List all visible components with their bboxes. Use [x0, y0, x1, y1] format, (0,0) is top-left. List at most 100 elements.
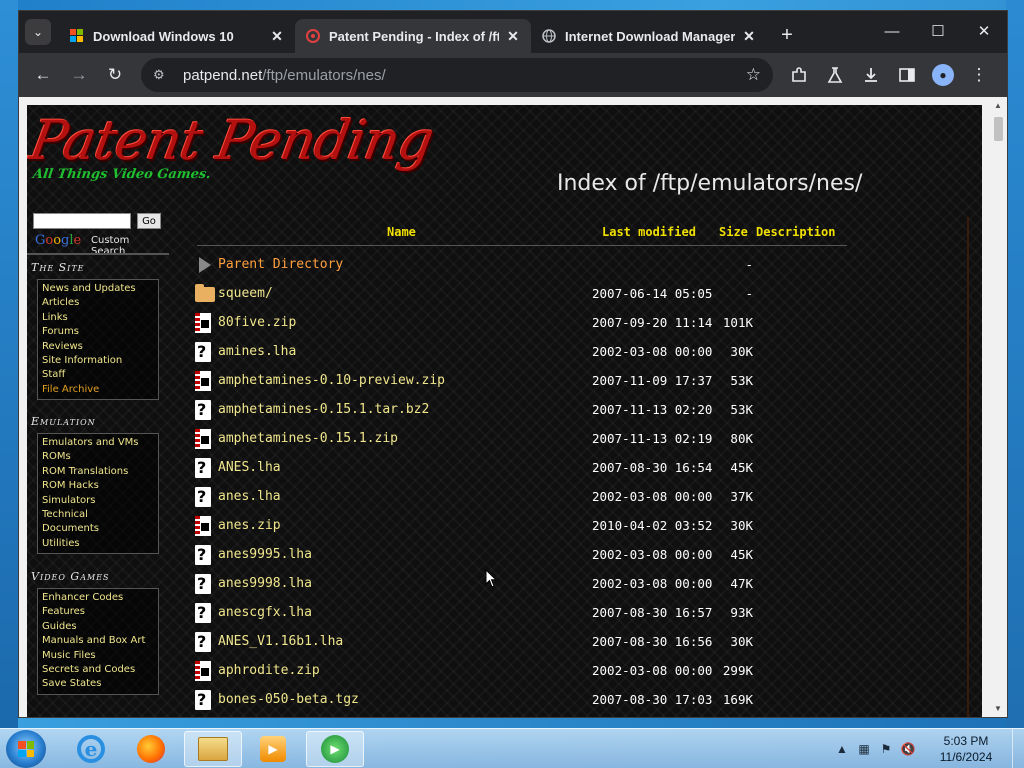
- sidebar-link[interactable]: Staff: [42, 368, 158, 382]
- tab-internet-download-manager[interactable]: Internet Download Manager is ✕: [531, 19, 767, 53]
- close-tab-icon[interactable]: ✕: [741, 28, 757, 45]
- file-link[interactable]: anes.zip: [218, 518, 281, 533]
- close-tab-icon[interactable]: ✕: [505, 28, 521, 45]
- sidebar-link[interactable]: Forums: [42, 325, 158, 339]
- file-explorer-button[interactable]: [184, 731, 242, 767]
- system-tray: ▲ ▦ ⚑ 🔇 5:03 PM 11/6/2024: [832, 729, 1024, 768]
- menu-icon[interactable]: ⋮: [963, 59, 995, 91]
- go-button[interactable]: Go: [137, 213, 161, 229]
- sidebar-link[interactable]: Save States: [42, 677, 158, 691]
- file-link[interactable]: 80five.zip: [218, 315, 296, 330]
- sidebar-link[interactable]: File Archive: [42, 383, 158, 397]
- tab-download-windows[interactable]: Download Windows 10 ✕: [59, 19, 295, 53]
- chevron-down-icon: ⌄: [32, 25, 44, 39]
- file-link[interactable]: ANES.lha: [218, 460, 281, 475]
- start-button[interactable]: [6, 730, 46, 768]
- sidebar-link[interactable]: Utilities: [42, 537, 158, 551]
- sidebar-link[interactable]: Documents: [42, 522, 158, 536]
- sidebar-link[interactable]: ROMs: [42, 450, 158, 464]
- new-tab-button[interactable]: +: [773, 21, 801, 49]
- profile-icon[interactable]: ●: [927, 59, 959, 91]
- sidebar-link[interactable]: ROM Hacks: [42, 479, 158, 493]
- extensions-icon[interactable]: [783, 59, 815, 91]
- side-panel-icon[interactable]: [891, 59, 923, 91]
- file-link[interactable]: anes9998.lha: [218, 576, 312, 591]
- firefox-button[interactable]: [122, 731, 180, 767]
- folder-icon: [195, 284, 215, 304]
- column-header-size[interactable]: Size: [719, 225, 748, 243]
- file-link[interactable]: anes.lha: [218, 489, 281, 504]
- column-header-last-modified[interactable]: Last modified: [602, 225, 696, 243]
- sidebar-link[interactable]: News and Updates: [42, 282, 158, 296]
- bookmark-star-icon[interactable]: ☆: [746, 65, 761, 85]
- close-window-button[interactable]: ✕: [961, 11, 1007, 51]
- file-link[interactable]: amines.lha: [218, 344, 296, 359]
- unknown-file-icon: ?: [195, 342, 215, 362]
- taskbar: e ▶ ▶ ▲ ▦ ⚑ 🔇 5:03 PM 11/6/2024: [0, 728, 1024, 768]
- file-link[interactable]: bones-050-beta.tgz: [218, 692, 359, 707]
- sidebar-link[interactable]: Features: [42, 605, 158, 619]
- tab-patent-pending[interactable]: Patent Pending - Index of /ftp/ ✕: [295, 19, 531, 53]
- file-link[interactable]: ANES_V1.16b1.lha: [218, 634, 343, 649]
- file-link[interactable]: Parent Directory: [218, 257, 343, 272]
- maximize-button[interactable]: ☐: [915, 11, 961, 51]
- internet-explorer-button[interactable]: e: [62, 731, 120, 767]
- section-title: Video Games: [31, 570, 110, 583]
- forward-icon[interactable]: →: [63, 59, 95, 91]
- sidebar-link[interactable]: Enhancer Codes: [42, 591, 158, 605]
- file-link[interactable]: anes9995.lha: [218, 547, 312, 562]
- download-icon[interactable]: [855, 59, 887, 91]
- show-desktop-button[interactable]: [1012, 729, 1024, 768]
- sidebar-link[interactable]: Simulators: [42, 494, 158, 508]
- site-info-icon[interactable]: ⚙: [153, 67, 173, 83]
- sidebar-link[interactable]: Links: [42, 311, 158, 325]
- scroll-down-arrow-icon[interactable]: ▼: [994, 704, 1002, 713]
- network-icon[interactable]: ▦: [854, 742, 874, 756]
- sidebar-link[interactable]: Music Files: [42, 649, 158, 663]
- column-header-description[interactable]: Description: [756, 225, 835, 243]
- address-bar[interactable]: ⚙ patpend.net/ftp/emulators/nes/ ☆: [141, 58, 773, 92]
- sidebar-link[interactable]: Emulators and VMs: [42, 436, 158, 450]
- unknown-file-icon: ?: [195, 487, 215, 507]
- labs-icon[interactable]: [819, 59, 851, 91]
- file-link[interactable]: amphetamines-0.10-preview.zip: [218, 373, 445, 388]
- file-link[interactable]: squeem/: [218, 286, 273, 301]
- header-divider: [197, 245, 847, 246]
- media-player-button[interactable]: ▶: [244, 731, 302, 767]
- listing-row: ? anes9995.lha 2002-03-08 00:00 45K: [193, 541, 873, 570]
- sidebar-link[interactable]: Reviews: [42, 340, 158, 354]
- minimize-button[interactable]: —: [869, 11, 915, 51]
- clock[interactable]: 5:03 PM 11/6/2024: [926, 733, 1006, 765]
- sidebar-link[interactable]: Secrets and Codes: [42, 663, 158, 677]
- sidebar-link[interactable]: ROM Translations: [42, 465, 158, 479]
- sidebar-link[interactable]: Manuals and Box Art: [42, 634, 158, 648]
- column-header-name[interactable]: Name: [387, 225, 416, 243]
- reload-icon[interactable]: ↻: [99, 59, 131, 91]
- page-viewport: Patent Pending All Things Video Games. I…: [19, 97, 1007, 717]
- file-modified: 2007-11-09 17:37: [592, 373, 713, 388]
- file-link[interactable]: amphetamines-0.15.1.tar.bz2: [218, 402, 429, 417]
- desktop-background-right: [1006, 0, 1024, 728]
- scroll-up-arrow-icon[interactable]: ▲: [994, 101, 1002, 110]
- action-center-flag-icon[interactable]: ⚑: [876, 742, 896, 756]
- volume-muted-icon[interactable]: 🔇: [898, 742, 918, 756]
- sidebar-link[interactable]: Site Information: [42, 354, 158, 368]
- url-host: patpend.net: [183, 66, 263, 84]
- listing-row: Parent Directory -: [193, 251, 873, 280]
- search-input[interactable]: [33, 213, 131, 229]
- sidebar-link[interactable]: Technical: [42, 508, 158, 522]
- download-manager-button[interactable]: ▶: [306, 731, 364, 767]
- scroll-thumb[interactable]: [994, 117, 1003, 141]
- sidebar-link[interactable]: Guides: [42, 620, 158, 634]
- sidebar-link[interactable]: Articles: [42, 296, 158, 310]
- file-link[interactable]: anescgfx.lha: [218, 605, 312, 620]
- file-link[interactable]: amphetamines-0.15.1.zip: [218, 431, 398, 446]
- site-logo[interactable]: Patent Pending All Things Video Games.: [27, 109, 441, 189]
- close-tab-icon[interactable]: ✕: [269, 28, 285, 45]
- show-hidden-icons-icon[interactable]: ▲: [832, 742, 852, 756]
- tab-search-button[interactable]: ⌄: [25, 19, 51, 45]
- section-title: The Site: [31, 261, 85, 274]
- back-icon[interactable]: ←: [27, 59, 59, 91]
- file-link[interactable]: aphrodite.zip: [218, 663, 320, 678]
- vertical-scrollbar[interactable]: ▲ ▼: [990, 97, 1007, 717]
